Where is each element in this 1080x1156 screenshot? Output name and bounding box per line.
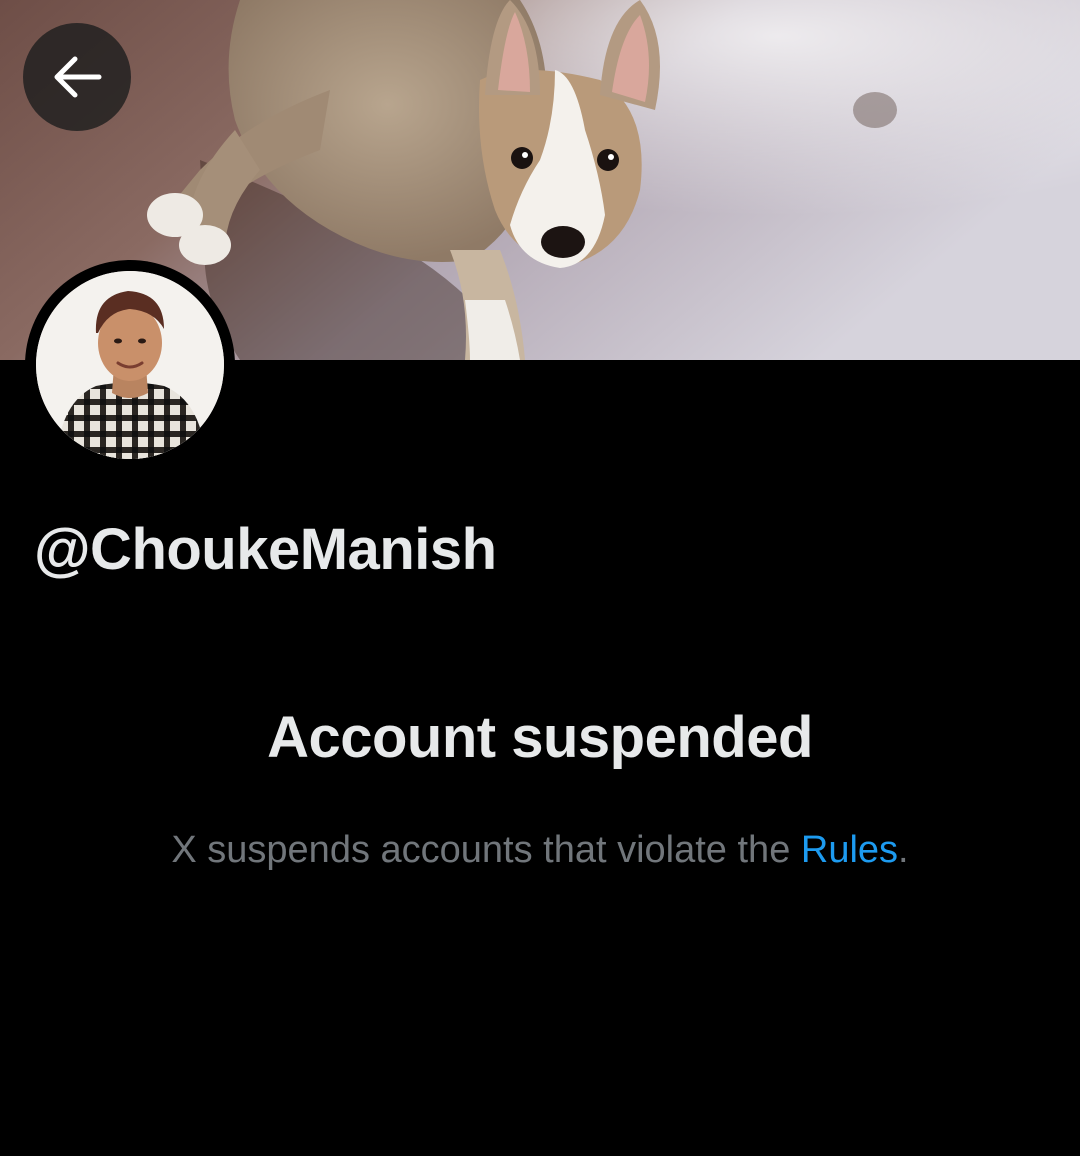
suspension-message-text: X suspends accounts that violate the bbox=[171, 829, 801, 871]
suspension-title: Account suspended bbox=[267, 705, 813, 770]
suspension-message-period: . bbox=[898, 829, 909, 871]
suspension-message: X suspends accounts that violate the Rul… bbox=[0, 824, 1080, 876]
profile-handle: @ChoukeManish bbox=[34, 517, 497, 582]
rules-link[interactable]: Rules bbox=[801, 829, 898, 871]
avatar-container[interactable] bbox=[25, 260, 235, 470]
avatar[interactable] bbox=[36, 271, 224, 459]
avatar-image bbox=[36, 271, 224, 459]
back-button[interactable] bbox=[23, 23, 131, 131]
arrow-left-icon bbox=[54, 56, 102, 98]
